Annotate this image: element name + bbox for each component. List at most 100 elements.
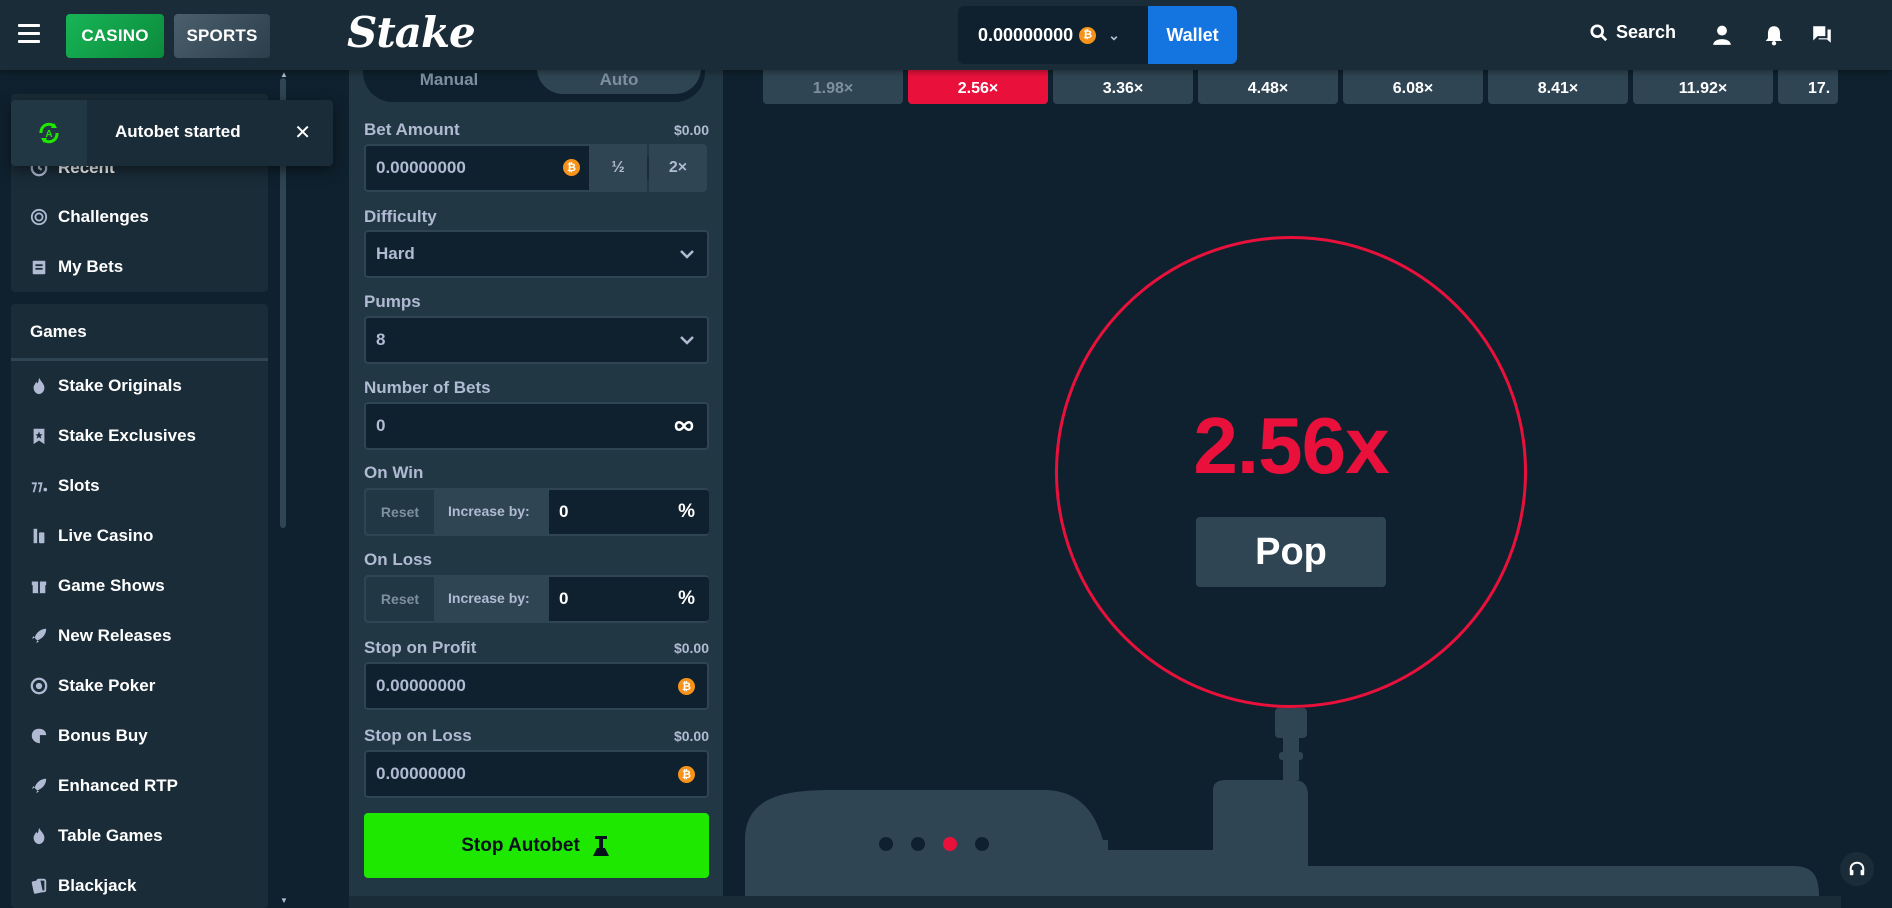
sports-tab[interactable]: SPORTS: [174, 14, 270, 58]
sidebar-item-label: Challenges: [58, 207, 149, 226]
gift-icon: [31, 581, 47, 594]
bet-panel: Manual Auto Bet Amount $0.00 0.00000000 …: [349, 52, 723, 896]
sidebar-item-label: Bonus Buy: [58, 726, 148, 745]
stop-on-loss-usd: $0.00: [673, 728, 709, 744]
menu-icon[interactable]: [18, 24, 40, 44]
headset-icon: [1849, 861, 1865, 876]
bitcoin-icon: ₿: [563, 159, 580, 176]
balance-selector[interactable]: 0.00000000 ₿ ⌄: [958, 6, 1148, 64]
stop-on-profit-input[interactable]: 0.00000000 ₿: [364, 662, 709, 710]
sidebar-item-new-releases[interactable]: New Releases: [30, 626, 171, 646]
sidebar-item-label: Stake Exclusives: [58, 426, 196, 445]
pager-dot-active[interactable]: [943, 837, 957, 851]
balance-value: 0.00000000: [978, 24, 1074, 45]
sidebar-item-stake-originals[interactable]: Stake Originals: [30, 376, 182, 396]
fire-icon: [33, 827, 45, 845]
half-bet-button[interactable]: ½: [589, 144, 647, 192]
stop-on-profit-usd: $0.00: [673, 640, 709, 656]
on-loss-reset-button[interactable]: Reset: [366, 577, 434, 621]
search-button[interactable]: Search: [1590, 22, 1676, 43]
sidebar-item-label: Stake Originals: [58, 376, 182, 395]
sidebar-item-label: Slots: [58, 476, 100, 495]
chat-icon[interactable]: [1811, 24, 1833, 46]
user-icon[interactable]: [1711, 24, 1733, 46]
sidebar-item-label: Blackjack: [58, 876, 137, 895]
my-bets-icon: [32, 260, 46, 275]
on-loss-label: On Loss: [364, 550, 433, 569]
chevron-down-icon: ⌄: [1108, 26, 1120, 43]
on-win-increase-button[interactable]: Increase by:: [448, 503, 530, 519]
difficulty-value: Hard: [376, 244, 415, 263]
sidebar-item-slots[interactable]: Slots: [30, 476, 100, 496]
scroll-down-icon[interactable]: ▼: [280, 896, 288, 905]
stop-on-profit-value: 0.00000000: [376, 676, 466, 695]
chevron-down-icon: [680, 250, 694, 259]
pumps-select[interactable]: 8: [364, 316, 709, 364]
scroll-up-icon[interactable]: ▲: [280, 70, 288, 79]
on-win-row: Reset Increase by: 0 %: [364, 488, 709, 536]
pumps-label: Pumps: [364, 292, 421, 311]
sidebar-item-blackjack[interactable]: Blackjack: [30, 876, 136, 896]
sidebar-item-game-shows[interactable]: Game Shows: [30, 576, 165, 596]
pump-icon: [592, 835, 609, 856]
infinity-icon[interactable]: [673, 419, 695, 433]
wallet-button[interactable]: Wallet: [1148, 6, 1237, 64]
sidebar-item-label: Live Casino: [58, 526, 154, 545]
poker-chip-icon: [30, 677, 48, 695]
slots-icon: [31, 482, 48, 493]
sidebar-item-my-bets[interactable]: My Bets: [30, 257, 123, 277]
difficulty-select[interactable]: Hard: [364, 230, 709, 278]
pager-dot[interactable]: [879, 837, 893, 851]
sidebar-item-table-games[interactable]: Table Games: [30, 826, 163, 846]
sidebar-item-label: Stake Poker: [58, 676, 156, 695]
search-label: Search: [1616, 22, 1677, 42]
bitcoin-icon: ₿: [1079, 26, 1097, 44]
svg-text:A: A: [45, 129, 52, 140]
autobet-toast: A Autobet started ✕: [11, 100, 333, 166]
search-icon: [1590, 23, 1608, 41]
pumps-value: 8: [376, 330, 386, 349]
on-win-value: 0: [559, 502, 569, 521]
sidebar-item-enhanced-rtp[interactable]: Enhanced RTP: [30, 776, 178, 796]
pager-dot[interactable]: [975, 837, 989, 851]
stop-on-profit-label: Stop on Profit: [364, 638, 477, 657]
autobet-icon: A: [11, 100, 87, 166]
rocket-icon: [31, 628, 47, 644]
stop-autobet-button[interactable]: Stop Autobet: [364, 813, 709, 878]
pager-dot[interactable]: [911, 837, 925, 851]
bookmark-star-icon: [33, 428, 45, 445]
cards-icon: [31, 878, 47, 894]
bet-amount-usd: $0.00: [673, 122, 709, 138]
bet-amount-input[interactable]: 0.00000000 ₿: [364, 144, 594, 192]
stop-on-loss-input[interactable]: 0.00000000 ₿: [364, 750, 709, 798]
on-win-reset-button[interactable]: Reset: [366, 490, 434, 534]
on-win-label: On Win: [364, 463, 424, 482]
close-icon[interactable]: ✕: [294, 120, 311, 145]
sidebar-item-bonus-buy[interactable]: Bonus Buy: [30, 726, 148, 746]
on-loss-input[interactable]: 0 %: [549, 577, 709, 621]
stake-logo[interactable]: Stake: [347, 8, 476, 57]
support-button[interactable]: [1840, 852, 1874, 886]
on-loss-increase-button[interactable]: Increase by:: [448, 590, 530, 606]
number-of-bets-input[interactable]: 0: [364, 402, 709, 450]
double-bet-button[interactable]: 2×: [649, 144, 707, 192]
number-of-bets-value: 0: [376, 416, 386, 435]
rocket-icon: [31, 778, 47, 794]
sidebar-item-live-casino[interactable]: Live Casino: [30, 526, 153, 546]
game-area: 1.98× 2.56× 3.36× 4.48× 6.08× 8.41× 11.9…: [723, 70, 1841, 896]
sidebar-item-stake-poker[interactable]: Stake Poker: [30, 676, 155, 696]
sidebar-item-label: New Releases: [58, 626, 172, 645]
on-win-input[interactable]: 0 %: [549, 490, 709, 534]
sidebar-item-label: Game Shows: [58, 576, 165, 595]
number-of-bets-label: Number of Bets: [364, 378, 491, 397]
bottom-bar: [349, 896, 1841, 908]
sidebar-item-stake-exclusives[interactable]: Stake Exclusives: [30, 426, 196, 446]
bell-icon[interactable]: [1763, 24, 1785, 46]
fire-icon: [33, 377, 45, 395]
sidebar-item-challenges[interactable]: Challenges: [30, 207, 149, 227]
casino-tab[interactable]: CASINO: [66, 14, 164, 58]
pop-button[interactable]: Pop: [1196, 517, 1386, 587]
on-loss-value: 0: [559, 589, 569, 608]
sidebar: Recent Challenges My Bets Games Stake Or…: [0, 70, 290, 908]
sidebar-games-title: Games: [30, 322, 87, 341]
